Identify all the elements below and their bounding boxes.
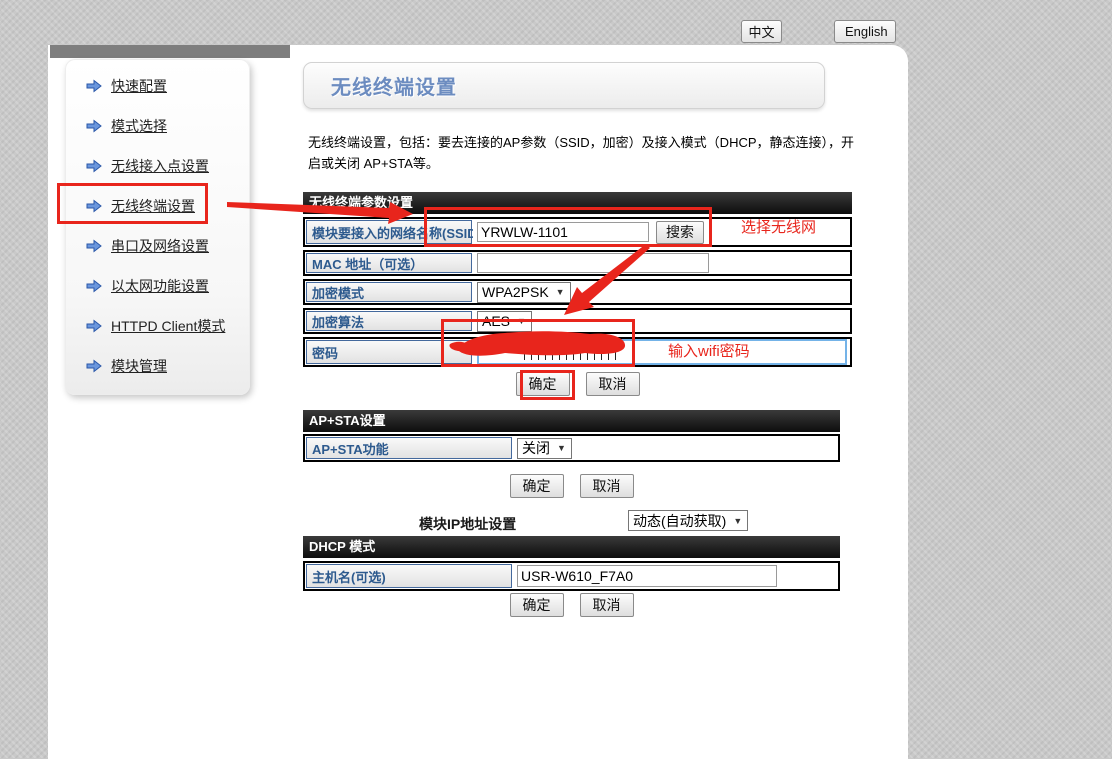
sidebar-item-mode-select[interactable]: 模式选择: [65, 106, 250, 146]
sidebar-item-label[interactable]: 无线终端设置: [111, 196, 195, 216]
apsta-button-row: 确定 取消: [303, 474, 840, 498]
sta-button-row: 确定 取消: [303, 372, 852, 396]
sidebar-item-ap-settings[interactable]: 无线接入点设置: [65, 146, 250, 186]
page-title: 无线终端设置: [331, 71, 457, 100]
sta-cancel-button[interactable]: 取消: [586, 372, 640, 396]
hostname-label: 主机名(可选): [306, 564, 512, 588]
apsta-function-value: 关闭: [522, 438, 550, 458]
encryption-algorithm-select[interactable]: AES ▼: [477, 311, 532, 332]
sidebar-item-label[interactable]: 以太网功能设置: [111, 276, 209, 296]
encryption-mode-select[interactable]: WPA2PSK ▼: [477, 282, 571, 303]
apsta-function-select[interactable]: 关闭 ▼: [517, 438, 572, 459]
page-title-box: 无线终端设置: [303, 62, 825, 109]
sidebar-item-label[interactable]: 快速配置: [111, 76, 167, 96]
sta-ok-button[interactable]: 确定: [516, 372, 570, 396]
blue-arrow-icon: [86, 79, 102, 93]
dhcp-ok-button[interactable]: 确定: [510, 593, 564, 617]
blue-arrow-icon: [86, 119, 102, 133]
table-row: 加密模式 WPA2PSK ▼: [303, 279, 852, 305]
ssid-input[interactable]: [477, 222, 649, 242]
table-row: AP+STA功能 关闭 ▼: [303, 434, 840, 462]
dropdown-arrow-icon: ▼: [733, 516, 742, 526]
language-english-button[interactable]: English: [834, 20, 896, 43]
sidebar-item-label[interactable]: HTTPD Client模式: [111, 316, 225, 336]
blue-arrow-icon: [86, 199, 102, 213]
encryption-algorithm-label: 加密算法: [306, 311, 472, 331]
sidebar-item-sta-settings[interactable]: 无线终端设置: [65, 186, 250, 226]
dhcp-table-header: DHCP 模式: [303, 536, 840, 558]
module-ip-setting-label: 模块IP地址设置: [419, 514, 516, 534]
dropdown-arrow-icon: ▼: [517, 316, 526, 326]
table-row: 密码: [303, 337, 852, 367]
sidebar-item-label[interactable]: 串口及网络设置: [111, 236, 209, 256]
sidebar-item-label[interactable]: 模式选择: [111, 116, 167, 136]
mac-address-label: MAC 地址（可选）: [306, 253, 472, 273]
blue-arrow-icon: [86, 279, 102, 293]
table-row: MAC 地址（可选）: [303, 250, 852, 276]
dhcp-table: DHCP 模式 主机名(可选): [303, 536, 840, 591]
dhcp-button-row: 确定 取消: [303, 593, 840, 617]
blue-arrow-icon: [86, 359, 102, 373]
blue-arrow-icon: [86, 239, 102, 253]
dropdown-arrow-icon: ▼: [557, 443, 566, 453]
top-dark-bar: [50, 45, 290, 58]
sidebar-item-label[interactable]: 无线接入点设置: [111, 156, 209, 176]
blue-arrow-icon: [86, 319, 102, 333]
password-input[interactable]: [477, 339, 847, 365]
annotation-select-wifi-text: 选择无线网: [741, 216, 816, 237]
sidebar-item-serial-network[interactable]: 串口及网络设置: [65, 226, 250, 266]
dropdown-arrow-icon: ▼: [556, 287, 565, 297]
hostname-input[interactable]: [517, 565, 777, 587]
language-chinese-button[interactable]: 中文: [741, 20, 782, 43]
search-button[interactable]: 搜索: [656, 221, 704, 244]
password-masked-text: [524, 348, 616, 360]
apsta-table-header: AP+STA设置: [303, 410, 840, 432]
table-row: 主机名(可选): [303, 561, 840, 591]
apsta-ok-button[interactable]: 确定: [510, 474, 564, 498]
apsta-function-label: AP+STA功能: [306, 437, 512, 459]
apsta-table: AP+STA设置 AP+STA功能 关闭 ▼: [303, 410, 840, 462]
blue-arrow-icon: [86, 159, 102, 173]
sidebar-item-quick-config[interactable]: 快速配置: [65, 66, 250, 106]
encryption-mode-label: 加密模式: [306, 282, 472, 302]
module-ip-setting-select[interactable]: 动态(自动获取) ▼: [628, 510, 748, 531]
apsta-cancel-button[interactable]: 取消: [580, 474, 634, 498]
password-label: 密码: [306, 340, 472, 364]
encryption-mode-value: WPA2PSK: [482, 284, 549, 300]
annotation-enter-password-text: 输入wifi密码: [668, 340, 750, 361]
sidebar-item-httpd-client[interactable]: HTTPD Client模式: [65, 306, 250, 346]
sidebar: 快速配置 模式选择 无线接入点设置 无线终端设置 串口及网络设置 以太网功能设置…: [65, 59, 250, 395]
encryption-algorithm-value: AES: [482, 313, 510, 329]
sidebar-item-module-management[interactable]: 模块管理: [65, 346, 250, 386]
ssid-label: 模块要接入的网络名称(SSID): [306, 220, 472, 244]
page-description: 无线终端设置，包括：要去连接的AP参数（SSID，加密）及接入模式（DHCP，静…: [308, 133, 860, 175]
module-ip-setting-value: 动态(自动获取): [633, 511, 726, 531]
sidebar-item-label[interactable]: 模块管理: [111, 356, 167, 376]
table-row: 加密算法 AES ▼: [303, 308, 852, 334]
sidebar-item-ethernet[interactable]: 以太网功能设置: [65, 266, 250, 306]
mac-address-input[interactable]: [477, 253, 709, 273]
dhcp-cancel-button[interactable]: 取消: [580, 593, 634, 617]
sta-table-header: 无线终端参数设置: [303, 192, 852, 214]
